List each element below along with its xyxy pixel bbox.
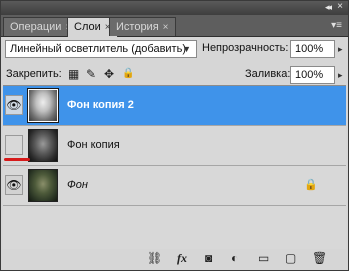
fill-label: Заливка: — [245, 68, 291, 80]
visibility-toggle[interactable] — [5, 135, 23, 155]
tab-history-label: История — [116, 21, 159, 33]
lock-transparent-icon[interactable]: ▦ — [68, 67, 79, 81]
layer-thumbnail — [27, 88, 59, 123]
lock-icon: 🔒 — [304, 179, 318, 191]
layers-panel: ◂◂ × Операции × Слои × История × ▾≡ Линейны… — [0, 0, 349, 271]
layer-row[interactable]: 👁 Фон 🔒 — [3, 166, 346, 206]
collapse-panel-icon[interactable]: ◂◂ — [325, 2, 332, 13]
lock-brush-icon[interactable]: ✎ — [86, 67, 96, 81]
new-layer-icon[interactable]: ▢ — [285, 251, 296, 265]
eye-icon: 👁 — [6, 178, 22, 192]
layer-thumbnail — [28, 129, 58, 162]
fill-field[interactable]: 100% — [290, 66, 335, 84]
layer-row[interactable]: 👁 Фон копия 2 — [3, 86, 346, 126]
fill-value: 100% — [295, 69, 324, 81]
opacity-label: Непрозрачность: — [202, 42, 289, 54]
lock-move-icon[interactable]: ✥ — [104, 67, 114, 81]
blend-mode-select[interactable]: Линейный осветлитель (добавить) ▼ — [5, 40, 197, 58]
panel-tabbar: Операции× Слои× История× ▾≡ — [1, 15, 348, 37]
tab-actions-label: Операции — [10, 21, 62, 33]
panel-footer: ⛓ fx ◙ ◐ ▭ ▢ 🗑 — [1, 249, 348, 270]
trash-icon[interactable]: 🗑 — [312, 251, 327, 265]
opacity-slider-arrow-icon[interactable]: ▸ — [338, 44, 343, 55]
layer-name: Фон копия — [67, 139, 120, 151]
link-layers-icon[interactable]: ⛓ — [147, 251, 162, 265]
chevron-down-icon: ▼ — [182, 44, 191, 54]
layers-list: 👁 Фон копия 2 Фон копия 👁 Фон 🔒 — [3, 85, 346, 250]
eye-icon: 👁 — [6, 98, 22, 112]
close-panel-icon[interactable]: × — [337, 1, 343, 12]
visibility-toggle[interactable]: 👁 — [5, 95, 23, 115]
new-group-icon[interactable]: ▭ — [258, 251, 269, 265]
opacity-value: 100% — [295, 43, 324, 55]
panel-menu-icon[interactable]: ▾≡ — [331, 20, 342, 31]
tab-history-close-icon[interactable]: × — [163, 22, 169, 33]
opacity-field[interactable]: 100% — [290, 40, 335, 58]
annotation-underline — [4, 158, 30, 161]
fx-icon[interactable]: fx — [177, 251, 187, 266]
layer-row[interactable]: Фон копия — [3, 126, 346, 166]
fill-slider-arrow-icon[interactable]: ▸ — [338, 70, 343, 81]
visibility-toggle[interactable]: 👁 — [5, 175, 23, 195]
layer-name: Фон копия 2 — [67, 99, 134, 111]
add-mask-icon[interactable]: ◙ — [205, 251, 212, 265]
layer-thumbnail — [28, 169, 58, 202]
lock-label: Закрепить: — [6, 68, 62, 80]
lock-all-icon[interactable]: 🔒 — [122, 68, 134, 79]
layer-name: Фон — [67, 179, 88, 191]
panel-titlebar: ◂◂ × — [1, 1, 348, 15]
adjustment-layer-icon[interactable]: ◐ — [231, 251, 238, 265]
tab-layers-label: Слои — [74, 21, 101, 33]
tab-history[interactable]: История × — [109, 17, 176, 36]
blend-mode-value: Линейный осветлитель (добавить) — [10, 43, 186, 55]
